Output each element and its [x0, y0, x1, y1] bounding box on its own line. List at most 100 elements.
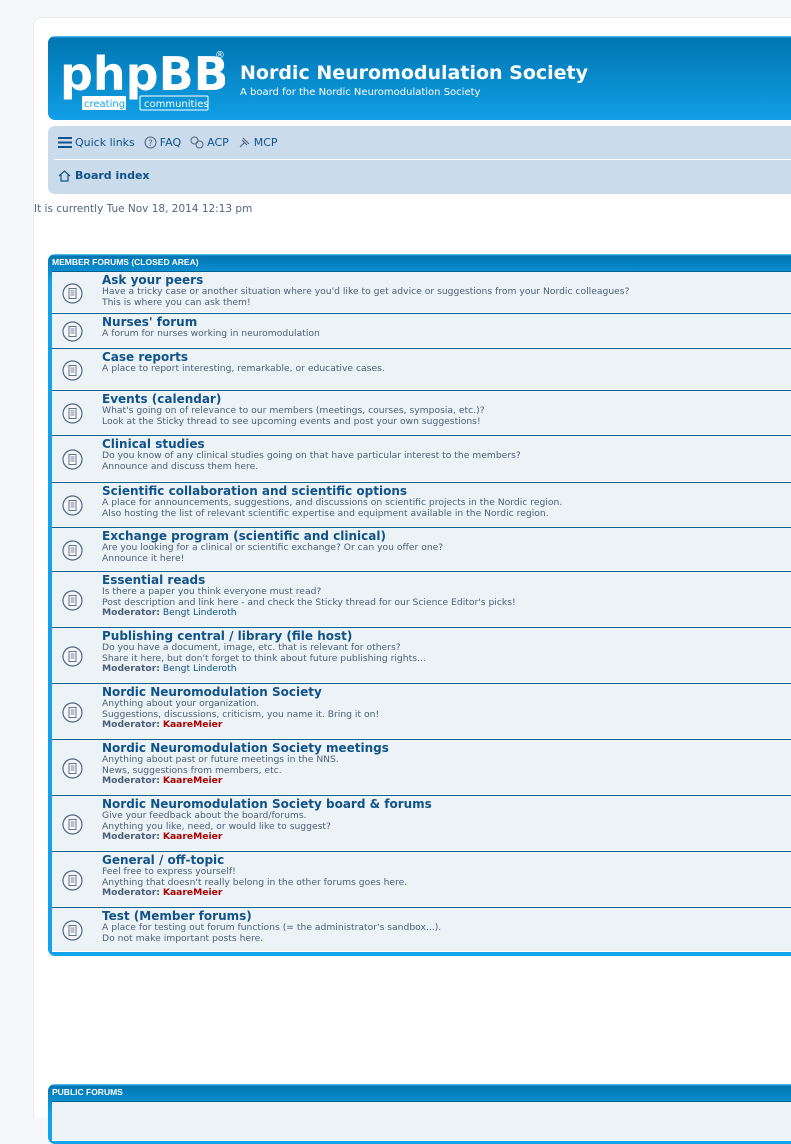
- forum-description: A place to report interesting, remarkabl…: [102, 363, 385, 374]
- help-icon: ?: [144, 136, 157, 149]
- forum-row[interactable]: Exchange program (scientific and clinica…: [52, 527, 791, 571]
- category-member-forums: MEMBER FORUMS (CLOSED AREA) Ask your pee…: [48, 254, 791, 956]
- category-header[interactable]: MEMBER FORUMS (CLOSED AREA): [52, 254, 791, 271]
- forum-info: Clinical studies Do you know of any clini…: [102, 438, 791, 472]
- forum-info: Essential reads Is there a paper you thin…: [102, 574, 791, 619]
- forum-read-icon: [62, 646, 83, 667]
- forum-description: Look at the Sticky thread to see upcomin…: [102, 415, 481, 427]
- forum-description: What's going on of relevance to our memb…: [102, 405, 485, 416]
- moderator-label: Moderator:: [102, 831, 160, 843]
- forum-read-icon: [62, 920, 83, 941]
- current-time: It is currently Tue Nov 18, 2014 12:13 p…: [34, 203, 253, 215]
- forum-info: Test (Member forums) A place for testing …: [102, 910, 791, 944]
- acp-label: ACP: [207, 136, 229, 149]
- forum-row[interactable]: Ask your peers Have a tricky case or anot…: [52, 271, 791, 313]
- forum-row[interactable]: Nurses' forum A forum for nurses working …: [52, 313, 791, 348]
- forum-description: Are you looking for a clinical or scient…: [102, 542, 444, 553]
- forum-info: Scientific collaboration and scientific …: [102, 485, 791, 519]
- forum-description: Do not make important posts here.: [102, 932, 264, 944]
- faq-label: FAQ: [159, 136, 182, 149]
- forum-read-icon: [62, 360, 83, 381]
- mcp-link[interactable]: MCP: [238, 136, 278, 149]
- moderator-link[interactable]: KaareMeier: [163, 719, 223, 730]
- board-index-link[interactable]: Board index: [75, 169, 150, 182]
- forum-description: Anything about your organization.: [102, 698, 260, 709]
- forum-moderator: Moderator: Bengt Linderoth: [102, 663, 791, 675]
- forum-moderator: Moderator: KaareMeier: [102, 775, 791, 787]
- forum-row[interactable]: General / off-topic Feel free to express …: [52, 851, 791, 907]
- hamburger-icon: [58, 137, 72, 148]
- forum-description: A place for testing out forum functions …: [102, 922, 442, 933]
- forum-read-icon: [62, 590, 83, 611]
- gavel-icon: [239, 137, 250, 148]
- logo-tagline-left: creating: [84, 99, 125, 110]
- moderator-label: Moderator:: [102, 719, 160, 731]
- moderator-label: Moderator:: [102, 607, 160, 619]
- category-header[interactable]: PUBLIC FORUMS: [52, 1084, 791, 1101]
- logo-wordmark: phpBB: [60, 47, 225, 101]
- svg-text:?: ?: [148, 139, 153, 149]
- forum-read-icon: [62, 449, 83, 470]
- quick-links-menu[interactable]: Quick links: [58, 136, 135, 149]
- forum-read-icon: [62, 870, 83, 891]
- forum-info: Exchange program (scientific and clinica…: [102, 530, 791, 564]
- forum-list: Ask your peers Have a tricky case or anot…: [52, 271, 791, 952]
- logo-registered-mark: ®: [215, 50, 225, 61]
- moderator-link[interactable]: Bengt Linderoth: [163, 607, 237, 618]
- forum-moderator: Moderator: Bengt Linderoth: [102, 607, 791, 619]
- forum-read-icon: [62, 702, 83, 723]
- forum-info: Ask your peers Have a tricky case or anot…: [102, 274, 791, 308]
- forum-description: A forum for nurses working in neuromodul…: [102, 328, 320, 339]
- forum-row[interactable]: [52, 1101, 791, 1141]
- forum-description: Give your feedback about the board/forum…: [102, 810, 307, 821]
- forum-description: Announce and discuss them here.: [102, 460, 259, 472]
- forum-description: Do you have a document, image, etc. that…: [102, 642, 401, 653]
- site-description: A board for the Nordic Neuromodulation S…: [240, 87, 481, 98]
- forum-description: Have a tricky case or another situation …: [102, 286, 630, 297]
- forum-description: Is there a paper you think everyone must…: [102, 586, 322, 597]
- navbar: Quick links ? FAQ ACP MCP Board index: [48, 126, 791, 194]
- forum-row[interactable]: Clinical studies Do you know of any clini…: [52, 435, 791, 482]
- forum-info: Events (calendar) What's going on of rele…: [102, 393, 791, 427]
- moderator-link[interactable]: KaareMeier: [163, 831, 223, 842]
- navbar-divider: [54, 159, 791, 160]
- moderator-label: Moderator:: [102, 887, 160, 899]
- forum-description: A place for announcements, suggestions, …: [102, 497, 563, 508]
- forum-info: Nordic Neuromodulation Society Anything a…: [102, 686, 791, 731]
- forum-row[interactable]: Test (Member forums) A place for testing …: [52, 907, 791, 952]
- forum-row[interactable]: Nordic Neuromodulation Society Anything a…: [52, 683, 791, 739]
- forum-info: Nordic Neuromodulation Society meetings A…: [102, 742, 791, 787]
- forum-moderator: Moderator: KaareMeier: [102, 831, 791, 843]
- forum-description: Anything about past or future meetings i…: [102, 754, 339, 765]
- forum-moderator: Moderator: KaareMeier: [102, 887, 791, 899]
- faq-link[interactable]: ? FAQ: [144, 136, 181, 149]
- forum-info: Nurses' forum A forum for nurses working …: [102, 316, 791, 340]
- site-logo[interactable]: phpBB ® creating communities: [58, 42, 229, 114]
- forum-row[interactable]: Events (calendar) What's going on of rele…: [52, 390, 791, 435]
- breadcrumb[interactable]: Board index: [58, 169, 150, 182]
- forum-row[interactable]: Nordic Neuromodulation Society meetings A…: [52, 739, 791, 795]
- page-wrapper: phpBB ® creating communities Nordic Neur…: [33, 17, 791, 1144]
- forum-read-icon: [62, 283, 83, 304]
- quick-links-label: Quick links: [75, 136, 135, 149]
- forum-row[interactable]: Case reports A place to report interestin…: [52, 348, 791, 390]
- mcp-label: MCP: [253, 136, 278, 149]
- forum-row[interactable]: Publishing central / library (file host)…: [52, 627, 791, 683]
- logo-tagline-right: communities: [144, 99, 209, 110]
- gears-icon: [190, 136, 204, 149]
- moderator-link[interactable]: KaareMeier: [163, 887, 223, 898]
- forum-row[interactable]: Nordic Neuromodulation Society board & f…: [52, 795, 791, 851]
- forum-info: Case reports A place to report interestin…: [102, 351, 791, 375]
- forum-description: Announce it here!: [102, 552, 185, 564]
- home-icon: [58, 169, 71, 182]
- forum-read-icon: [62, 814, 83, 835]
- moderator-label: Moderator:: [102, 663, 160, 675]
- forum-row[interactable]: Scientific collaboration and scientific …: [52, 482, 791, 527]
- moderator-link[interactable]: KaareMeier: [163, 775, 223, 786]
- forum-read-icon: [62, 540, 83, 561]
- forum-row[interactable]: Essential reads Is there a paper you thin…: [52, 571, 791, 627]
- acp-link[interactable]: ACP: [190, 136, 229, 149]
- category-public-forums: PUBLIC FORUMS: [48, 1084, 791, 1144]
- site-title[interactable]: Nordic Neuromodulation Society: [240, 62, 588, 84]
- moderator-link[interactable]: Bengt Linderoth: [163, 663, 237, 674]
